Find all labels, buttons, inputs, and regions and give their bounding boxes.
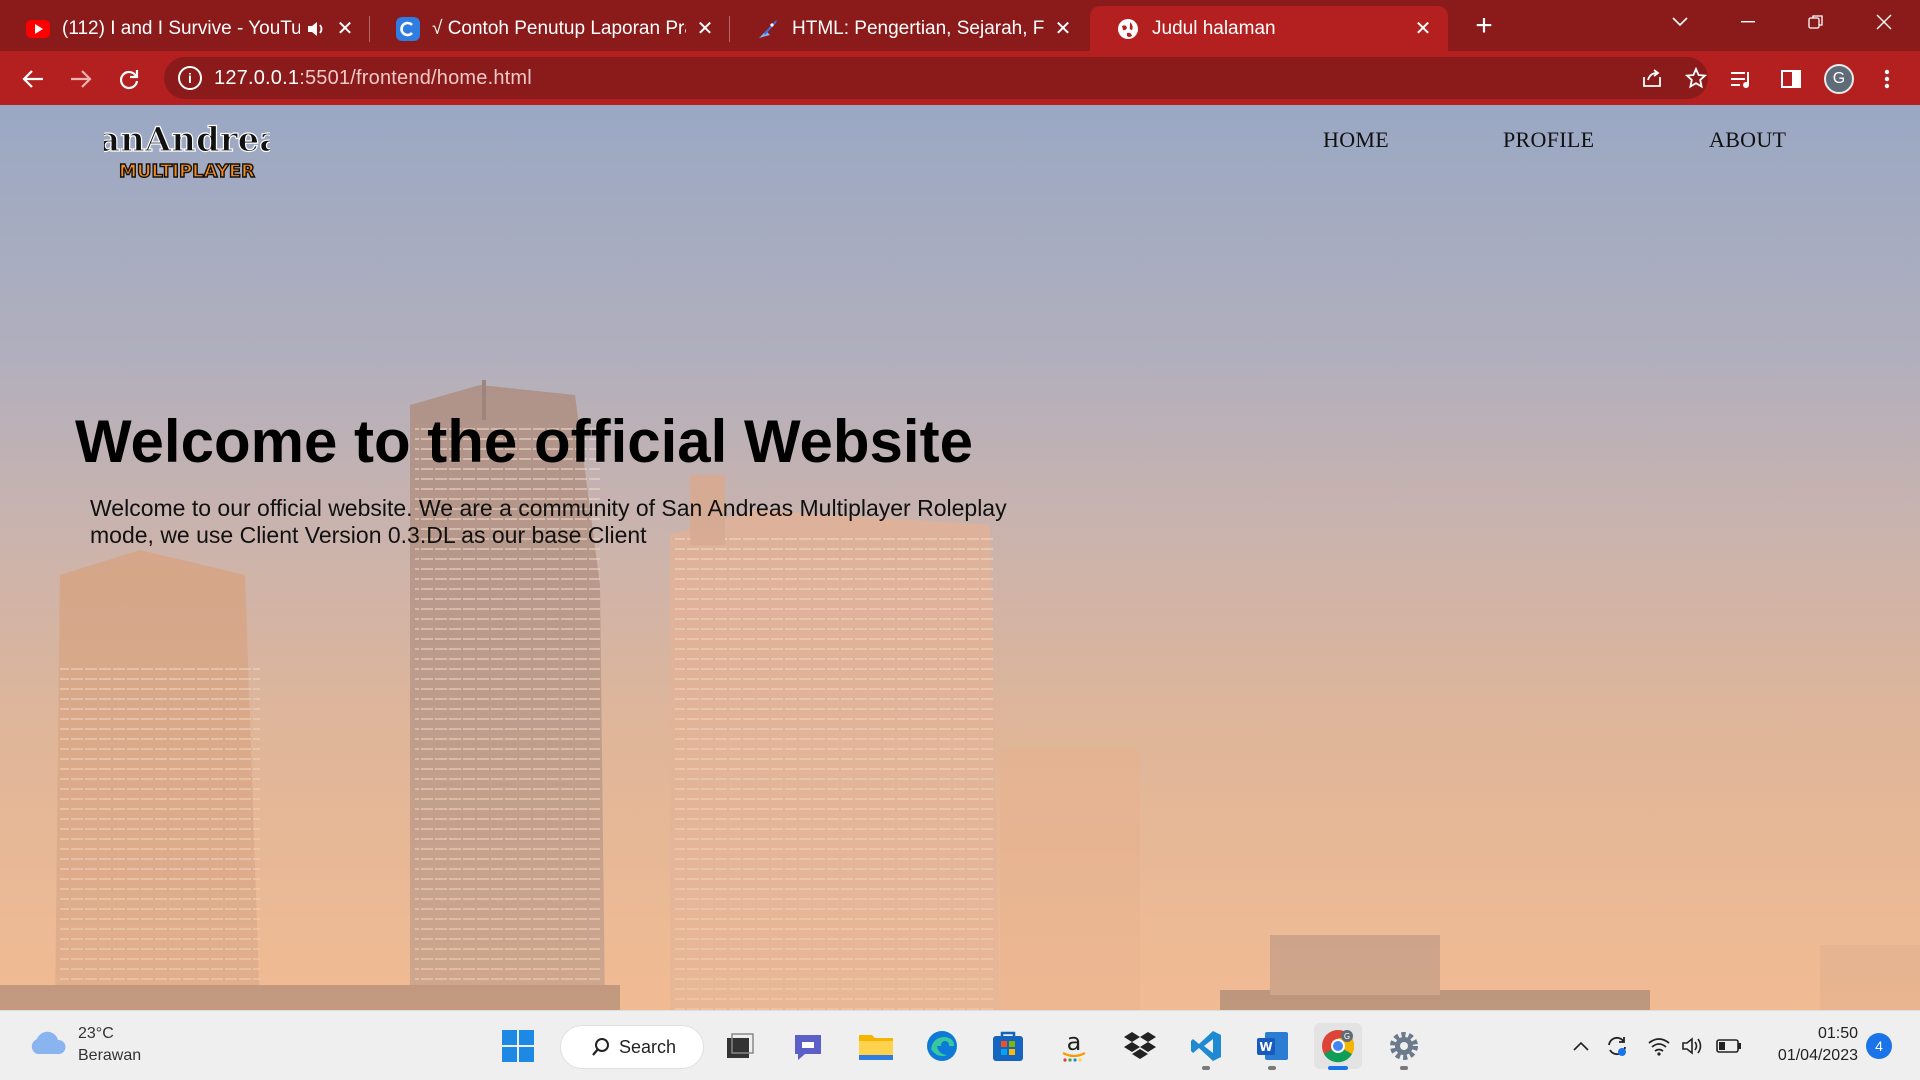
profile-avatar[interactable]: G	[1824, 64, 1854, 94]
weather-description: Berawan	[78, 1047, 142, 1064]
logo-text-top: SanAndreas	[104, 120, 270, 160]
tab-judul-halaman[interactable]: Judul halaman ✕	[1090, 6, 1448, 51]
rocket-icon	[756, 17, 780, 41]
nav-about-link[interactable]: ABOUT	[1709, 127, 1786, 153]
active-indicator	[1328, 1066, 1348, 1070]
nav-home-link[interactable]: HOME	[1323, 127, 1389, 153]
running-indicator	[1400, 1066, 1408, 1070]
windows-taskbar: 23°C Berawan Search a W G 01:50 01/04/20…	[0, 1010, 1920, 1080]
clock-time: 01:50	[1817, 1025, 1858, 1042]
edge-icon[interactable]	[918, 1023, 966, 1069]
svg-text:W: W	[1259, 1040, 1272, 1054]
word-icon[interactable]: W	[1248, 1023, 1296, 1070]
sync-icon[interactable]	[1602, 1031, 1632, 1061]
wifi-icon[interactable]	[1644, 1031, 1674, 1061]
tab-youtube[interactable]: (112) I and I Survive - YouTub ✕	[0, 6, 370, 51]
chevron-up-icon[interactable]	[1566, 1031, 1596, 1061]
address-bar[interactable]: i 127.0.0.1:5501/frontend/home.html	[164, 57, 1708, 99]
notification-badge[interactable]: 4	[1866, 1033, 1892, 1059]
close-icon[interactable]: ✕	[1412, 18, 1434, 40]
search-icon	[591, 1037, 611, 1057]
new-tab-button[interactable]: +	[1466, 8, 1502, 44]
bookmark-star-icon[interactable]	[1682, 64, 1710, 92]
hero-title: Welcome to the official Website	[75, 408, 973, 475]
share-icon[interactable]	[1638, 64, 1666, 92]
running-indicator	[1202, 1066, 1210, 1070]
globe-icon	[1116, 17, 1140, 41]
tab-title: HTML: Pengertian, Sejarah, Fung	[792, 17, 1044, 39]
amazon-icon[interactable]: a	[1050, 1023, 1098, 1069]
side-panel-icon[interactable]	[1774, 62, 1808, 96]
weather-widget[interactable]: 23°C Berawan	[28, 1023, 141, 1067]
vscode-icon[interactable]	[1182, 1023, 1230, 1070]
cloud-icon	[28, 1030, 66, 1061]
svg-text:G: G	[1344, 1032, 1350, 1041]
svg-text:a: a	[1067, 1029, 1082, 1056]
nav-profile-link[interactable]: PROFILE	[1503, 127, 1594, 153]
url-path: :5501/frontend/home.html	[299, 67, 532, 89]
page-viewport: SanAndreas MULTIPLAYER HOME PROFILE ABOU…	[0, 105, 1920, 1010]
media-control-icon[interactable]	[1724, 62, 1758, 96]
restore-button[interactable]	[1784, 0, 1848, 44]
close-window-button[interactable]	[1852, 0, 1916, 44]
running-indicator	[1268, 1066, 1276, 1070]
teams-chat-icon[interactable]	[784, 1023, 832, 1069]
chrome-icon[interactable]: G	[1314, 1023, 1362, 1070]
menu-kebab-icon[interactable]	[1870, 62, 1904, 96]
speaker-icon[interactable]	[306, 20, 326, 38]
back-button[interactable]	[16, 62, 50, 96]
battery-icon[interactable]	[1714, 1031, 1744, 1061]
hero-description: Welcome to our official website. We are …	[90, 495, 1007, 548]
microsoft-store-icon[interactable]	[984, 1023, 1032, 1069]
volume-icon[interactable]	[1678, 1031, 1708, 1061]
site-info-icon[interactable]: i	[178, 66, 202, 90]
close-icon[interactable]: ✕	[1052, 18, 1074, 40]
browser-toolbar: i 127.0.0.1:5501/frontend/home.html G	[0, 51, 1920, 105]
weather-temperature: 23°C	[78, 1025, 114, 1042]
dropbox-icon[interactable]	[1116, 1023, 1164, 1069]
file-explorer-icon[interactable]	[852, 1023, 900, 1069]
clock-date: 01/04/2023	[1777, 1047, 1858, 1064]
search-label: Search	[619, 1036, 677, 1057]
task-view-icon[interactable]	[716, 1023, 764, 1069]
windows-start-icon[interactable]	[494, 1023, 542, 1069]
samp-logo[interactable]: SanAndreas MULTIPLAYER	[104, 115, 270, 185]
browser-tab-strip: (112) I and I Survive - YouTub ✕ √ Conto…	[0, 0, 1920, 51]
settings-icon[interactable]	[1380, 1023, 1428, 1070]
url-host: 127.0.0.1	[214, 67, 300, 89]
tab-html-pengertian[interactable]: HTML: Pengertian, Sejarah, Fung ✕	[730, 6, 1088, 51]
tab-title: Judul halaman	[1152, 17, 1276, 39]
tab-contoh-penutup[interactable]: √ Contoh Penutup Laporan Prak ✕	[370, 6, 730, 51]
tab-title: (112) I and I Survive - YouTub	[62, 17, 300, 39]
taskbar-search-button[interactable]: Search	[560, 1025, 704, 1069]
youtube-icon	[26, 17, 50, 41]
system-clock[interactable]: 01:50 01/04/2023	[1752, 1023, 1858, 1067]
url-text: 127.0.0.1:5501/frontend/home.html	[214, 67, 532, 90]
tab-search-chevron-icon[interactable]	[1648, 0, 1712, 44]
reload-button[interactable]	[112, 62, 146, 96]
tab-title: √ Contoh Penutup Laporan Prak	[432, 17, 686, 39]
site-c-icon	[396, 16, 420, 41]
forward-button[interactable]	[64, 62, 98, 96]
close-icon[interactable]: ✕	[334, 18, 356, 40]
logo-text-bottom: MULTIPLAYER	[119, 161, 255, 182]
close-icon[interactable]: ✕	[694, 18, 716, 40]
minimize-button[interactable]	[1716, 0, 1780, 44]
background-city-skyline-image	[0, 105, 1920, 1010]
